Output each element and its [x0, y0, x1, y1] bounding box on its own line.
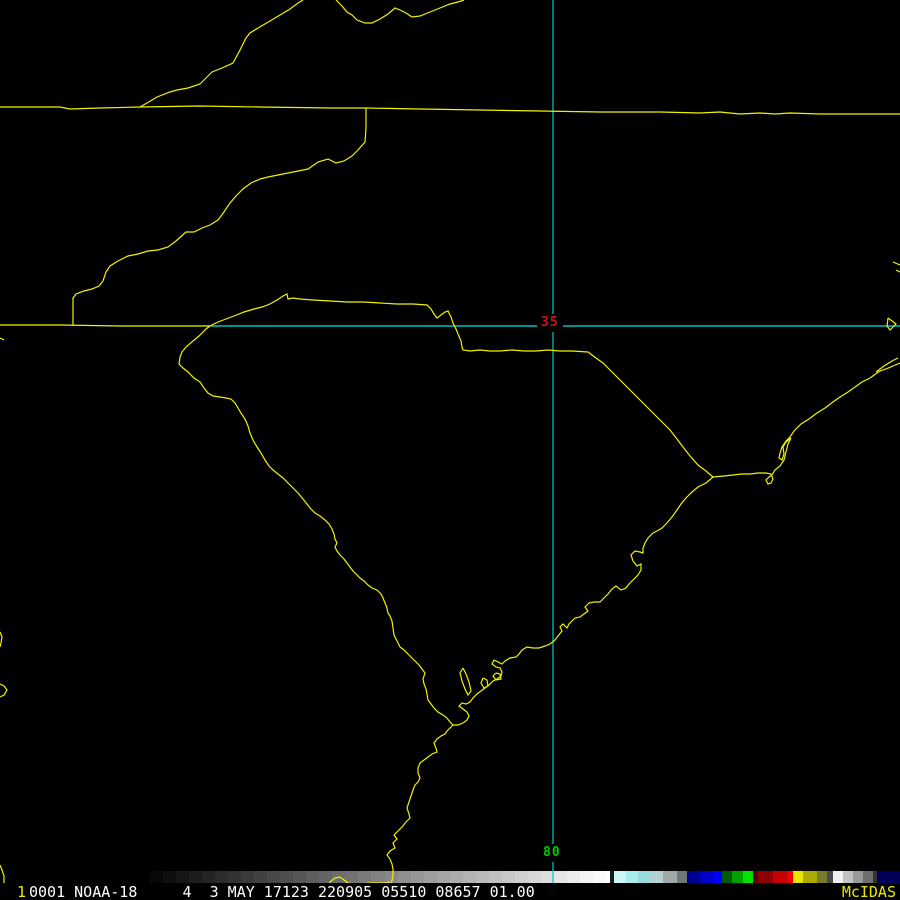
map-line-nc-sc-border — [210, 294, 713, 477]
status-bar: 1 0001 NOAA-18 4 3 MAY 17123 220905 0551… — [0, 883, 900, 900]
map-line-ga-nc-35-border — [0, 325, 210, 326]
frame-number: 1 — [17, 884, 26, 900]
map-line-atlantic-coastline — [387, 363, 900, 900]
map-line-ga-sc-savannah-river — [179, 326, 453, 725]
map-line-charleston-creek-2 — [481, 678, 488, 688]
map-line-ky-va-border — [140, 0, 303, 107]
map-line-top-border-wiggle — [336, 0, 464, 23]
map-line-cape-lookout-mark — [887, 318, 896, 330]
map-svg — [0, 0, 900, 900]
map-line-va-nc-border — [0, 106, 900, 114]
map-line-outer-banks-mark-2 — [896, 270, 900, 272]
latitude-label-35: 35 — [537, 314, 563, 332]
map-line-ga-inland-mark — [0, 338, 4, 340]
map-line-charleston-creek-1 — [460, 668, 471, 695]
status-info-text: 0001 NOAA-18 4 3 MAY 17123 220905 05510 … — [29, 884, 535, 900]
map-line-outer-banks-mark-1 — [893, 262, 900, 265]
map-line-cape-fear-spur — [876, 358, 898, 372]
mcidas-brand: McIDAS — [842, 884, 896, 900]
map-line-tn-nc-border — [73, 108, 366, 325]
satellite-image-display: 35 80 1 0001 NOAA-18 4 3 MAY 17123 22090… — [0, 0, 900, 900]
map-line-left-edge-lake — [0, 684, 7, 697]
longitude-label-80: 80 — [539, 844, 565, 862]
map-line-charleston-creek-3 — [493, 673, 501, 680]
map-line-left-edge-river-mark — [0, 632, 2, 647]
